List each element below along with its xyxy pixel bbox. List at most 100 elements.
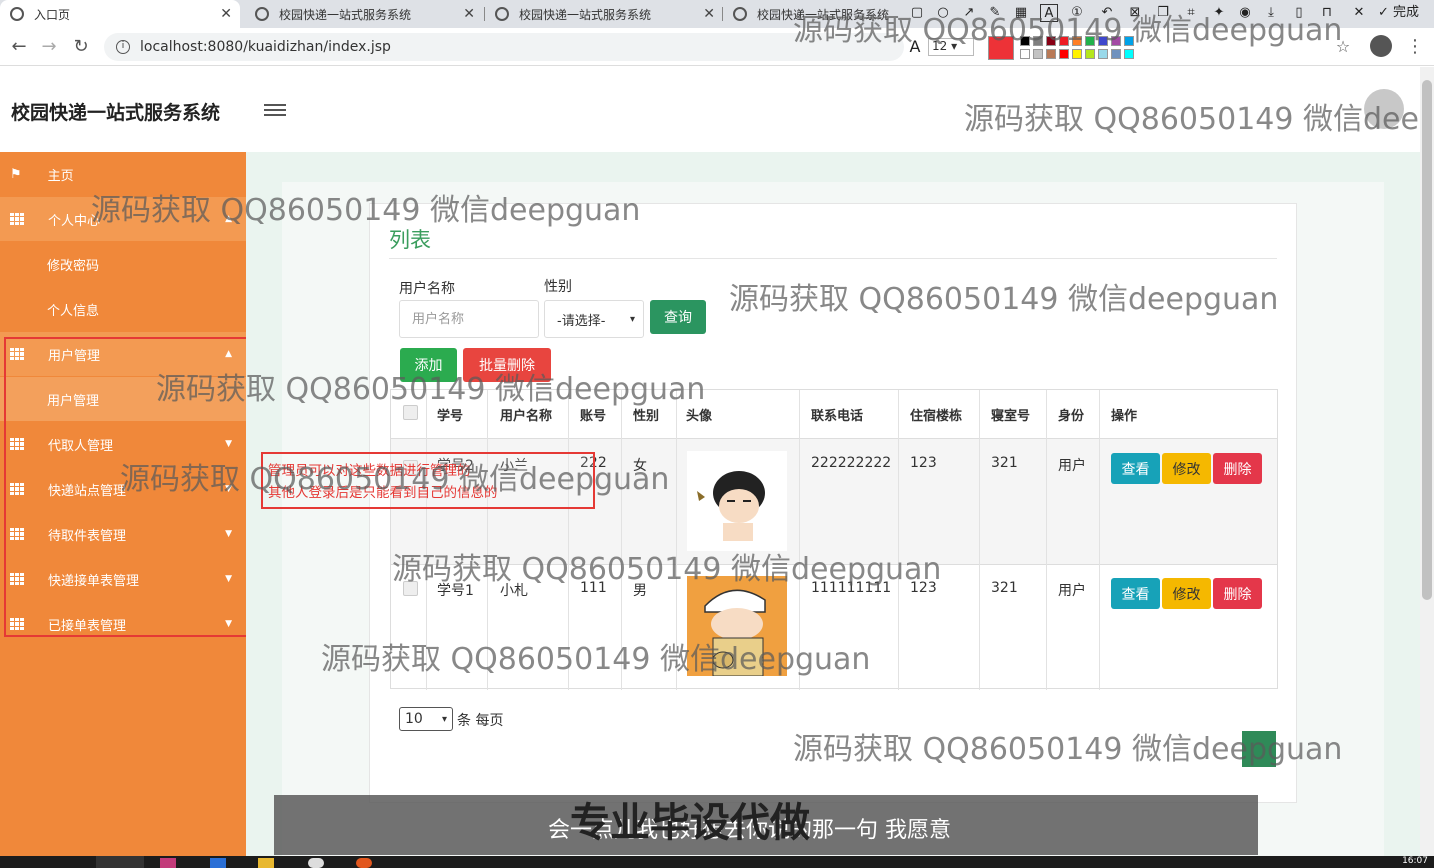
column-header: 用户名称 [500,408,553,424]
color-swatch[interactable] [1059,49,1069,59]
record-tool-icon[interactable]: ◉ [1236,4,1254,22]
delete-button[interactable]: 删除 [1213,453,1262,484]
browser-tab[interactable]: 校园快递一站式服务系统 [723,0,903,28]
pen-tool-icon[interactable]: ✎ [986,4,1004,22]
query-button[interactable]: 查询 [650,300,706,334]
sidebar-subitem-change-password[interactable]: 修改密码 [0,242,246,286]
cell-room: 321 [991,580,1018,596]
done-button[interactable]: ✓ 完成 [1378,4,1428,22]
color-swatch[interactable] [1111,49,1121,59]
browser-tab[interactable]: 校园快递一站式服务系统 ✕ [485,0,723,28]
column-header: 操作 [1111,408,1138,424]
pin-tool-icon[interactable]: ✦ [1210,4,1228,22]
column-header: 住宿楼栋 [910,408,963,424]
delete-tool-icon[interactable]: ⊠ [1126,4,1144,22]
globe-icon [255,7,269,21]
color-swatch[interactable] [1098,49,1108,59]
delete-button[interactable]: 删除 [1213,578,1262,609]
color-swatch[interactable] [1020,36,1030,46]
rectangle-tool-icon[interactable]: ▢ [908,4,926,22]
close-icon[interactable]: ✕ [463,6,475,22]
cell-building: 123 [910,580,937,596]
edit-button[interactable]: 修改 [1162,453,1211,484]
taskbar-app-icon[interactable] [308,858,324,868]
phone-icon[interactable]: ▯ [1290,4,1308,22]
taskbar-app-icon[interactable] [210,858,226,868]
user-table: 学号 用户名称 账号 性别 头像 联系电话 住宿楼栋 寝室号 身份 操作 学号2… [390,389,1278,690]
copy-tool-icon[interactable]: ❐ [1154,4,1172,22]
color-swatch[interactable] [1085,36,1095,46]
crop-tool-icon[interactable]: ⌗ [1182,4,1200,22]
globe-icon [733,7,747,21]
taskbar-app-icon[interactable] [258,858,274,868]
browser-tab[interactable]: 入口页 ✕ [0,0,240,28]
color-swatch[interactable] [1072,36,1082,46]
url-text: localhost:8080/kuaidizhan/index.jsp [140,39,391,55]
cell-sex: 女 [633,458,647,474]
taskbar-app-icon[interactable] [356,858,372,868]
color-swatch[interactable] [1085,49,1095,59]
caret-up-icon: ▲ [225,214,232,224]
scrollbar-thumb[interactable] [1422,80,1432,600]
edit-button[interactable]: 修改 [1162,578,1211,609]
sidebar-subitem-label: 修改密码 [47,258,100,274]
sidebar-subitem-personal-info[interactable]: 个人信息 [0,287,246,331]
view-button[interactable]: 查看 [1111,578,1160,609]
download-icon[interactable]: ⤓ [1262,4,1280,22]
selected-color-swatch[interactable] [988,36,1014,60]
sex-select[interactable]: -请选择- ▾ [544,300,644,338]
divider [389,258,1277,259]
column-header: 联系电话 [811,408,864,424]
color-swatch[interactable] [1033,49,1043,59]
column-header: 账号 [580,408,607,424]
close-icon[interactable]: ✕ [703,6,715,22]
ellipse-tool-icon[interactable]: ○ [934,4,952,22]
cancel-icon[interactable]: ✕ [1350,4,1368,22]
select-all-checkbox[interactable] [403,405,418,420]
add-button[interactable]: 添加 [400,348,457,382]
column-header: 头像 [686,408,713,424]
username-search-input[interactable] [399,300,539,338]
mosaic-tool-icon[interactable]: ▦ [1012,4,1030,22]
sidebar-item-label: 主页 [47,168,74,184]
color-swatch[interactable] [1059,36,1069,46]
close-icon[interactable]: ✕ [220,6,232,22]
grid-icon [10,213,24,225]
color-swatch[interactable] [1098,36,1108,46]
undo-icon[interactable]: ↶ [1098,4,1116,22]
color-swatch[interactable] [1124,49,1134,59]
bookmark-icon[interactable]: ⊓ [1318,4,1336,22]
sidebar-item-personal-center[interactable]: 个人中心 ▲ [0,197,246,241]
sidebar-item-label: 个人中心 [48,213,101,229]
annotation-toolbar: ▢ ○ ↗ ✎ ▦ A ① ↶ ⊠ ❐ ⌗ ✦ ◉ ⤓ ▯ ⊓ ✕ ✓ 完成 A… [900,0,1434,66]
back-arrow-icon[interactable]: ← [8,36,30,57]
forward-arrow-icon[interactable]: → [38,36,60,57]
hamburger-menu-icon[interactable] [264,101,286,119]
avatar[interactable] [1364,89,1404,129]
color-swatch[interactable] [1072,49,1082,59]
batch-delete-button[interactable]: 批量删除 [463,348,551,382]
sidebar-item-home[interactable]: ⚑ 主页 [0,152,246,196]
taskbar-app-icon[interactable] [160,858,176,868]
color-swatch[interactable] [1046,36,1056,46]
row-checkbox[interactable] [403,581,418,596]
arrow-tool-icon[interactable]: ↗ [960,4,978,22]
back-to-top-button[interactable] [1242,731,1276,767]
color-swatch[interactable] [1020,49,1030,59]
cell-room: 321 [991,455,1018,471]
taskbar-app-icon[interactable] [96,856,144,868]
number-tool-icon[interactable]: ① [1068,4,1086,22]
text-tool-icon[interactable]: A [1040,4,1058,22]
view-button[interactable]: 查看 [1111,453,1160,484]
browser-tab[interactable]: 校园快递一站式服务系统 ✕ [245,0,483,28]
url-field[interactable]: i localhost:8080/kuaidizhan/index.jsp [104,33,904,61]
color-swatch[interactable] [1033,36,1043,46]
color-swatch[interactable] [1046,49,1056,59]
color-swatch[interactable] [1111,36,1121,46]
cell-sex: 男 [633,583,647,599]
info-icon[interactable]: i [116,40,130,54]
page-size-select[interactable]: 10 ▾ [399,707,453,731]
reload-icon[interactable]: ↻ [70,36,92,57]
color-swatch[interactable] [1124,36,1134,46]
font-size-select[interactable]: 12 ▾ [928,38,974,56]
